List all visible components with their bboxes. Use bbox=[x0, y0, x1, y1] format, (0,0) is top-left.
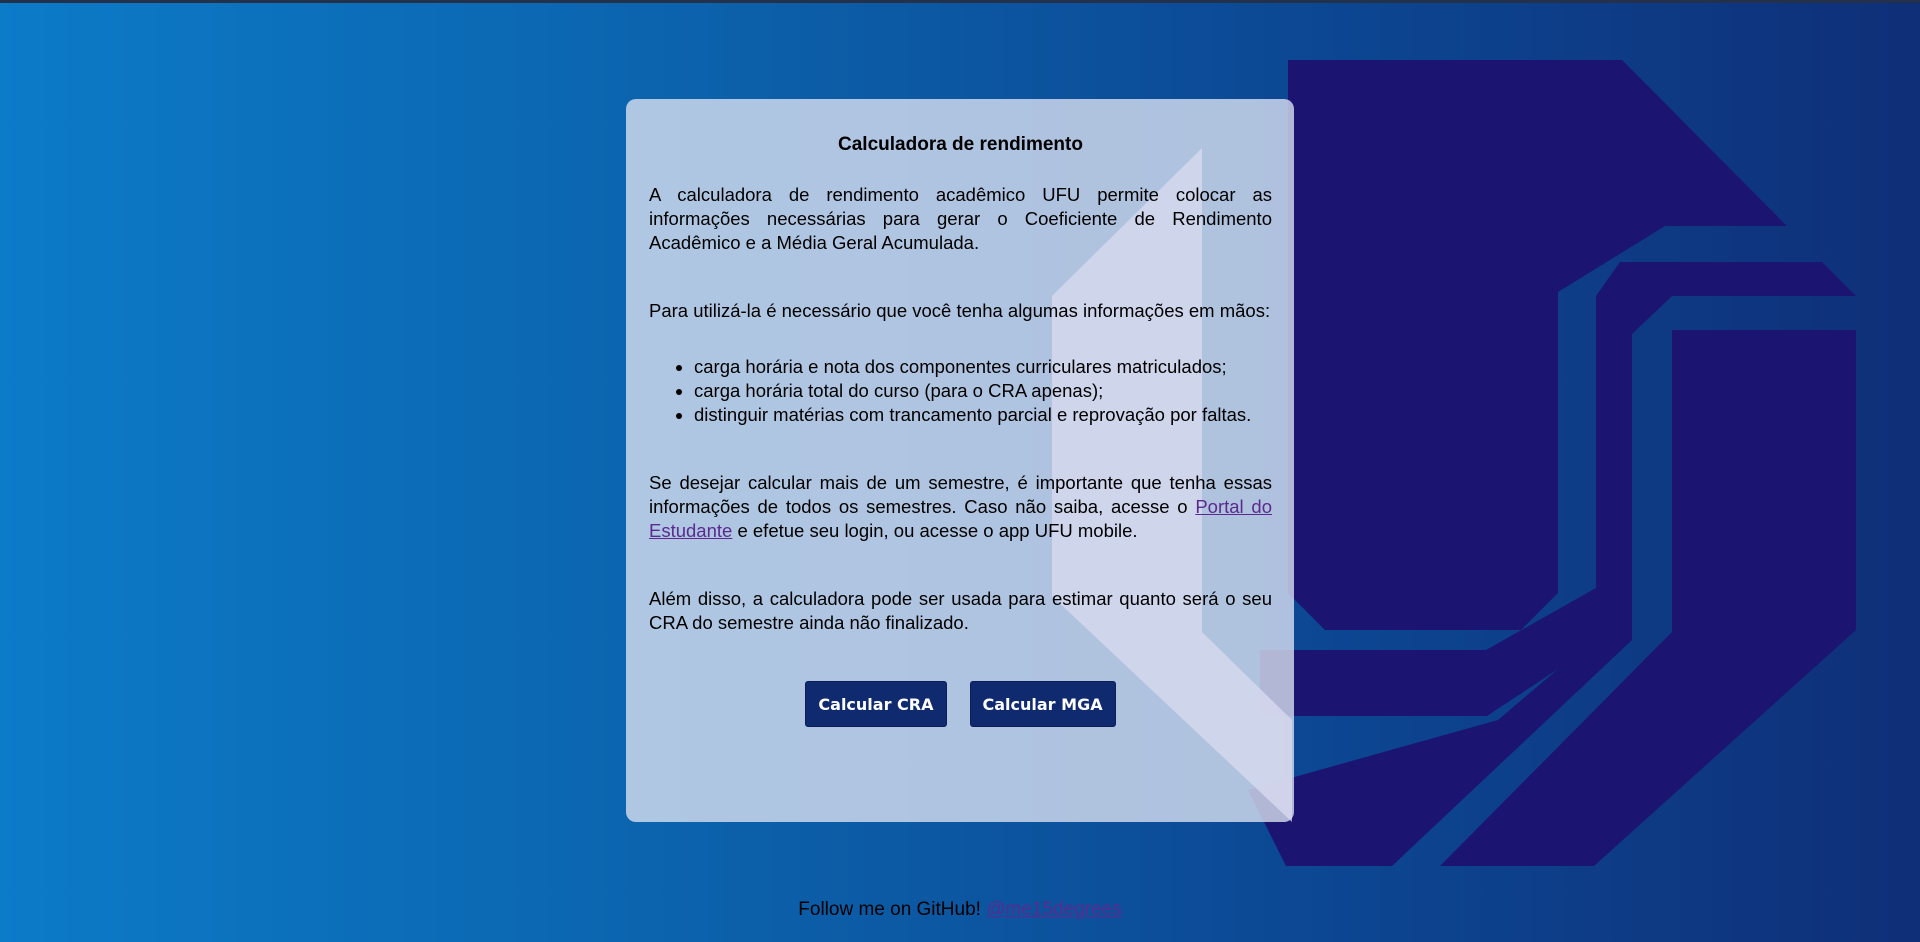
calcular-cra-button[interactable]: Calcular CRA bbox=[805, 681, 947, 727]
logo-inner-shape bbox=[1440, 330, 1856, 866]
logo-bottom-shape bbox=[1248, 606, 1632, 866]
intro-paragraph: A calculadora de rendimento acadêmico UF… bbox=[649, 184, 1272, 253]
window-top-border bbox=[0, 0, 1920, 3]
requirements-list: carga horária e nota dos componentes cur… bbox=[649, 355, 1272, 427]
calcular-mga-button[interactable]: Calcular MGA bbox=[969, 681, 1116, 727]
logo-outer-shape bbox=[1288, 60, 1787, 630]
github-profile-link[interactable]: @me15degrees bbox=[986, 899, 1121, 920]
logo-middle-band bbox=[1260, 262, 1856, 716]
action-buttons: Calcular CRA Calcular MGA bbox=[649, 681, 1272, 727]
list-item: carga horária total do curso (para o CRA… bbox=[694, 379, 1272, 403]
page-title: Calculadora de rendimento bbox=[838, 134, 1083, 155]
estimate-paragraph: Além disso, a calculadora pode ser usada… bbox=[649, 588, 1272, 633]
semesters-text-end: e efetue seu login, ou acesse o app UFU … bbox=[732, 520, 1138, 541]
list-item: distinguir matérias com trancamento parc… bbox=[694, 403, 1272, 427]
footer-text: Follow me on GitHub! bbox=[798, 899, 987, 920]
calculator-info-card: Calculadora de rendimento A calculadora … bbox=[626, 99, 1294, 822]
footer: Follow me on GitHub! @me15degrees bbox=[0, 898, 1920, 922]
semesters-paragraph: Se desejar calcular mais de um semestre,… bbox=[649, 471, 1272, 543]
usage-paragraph: Para utilizá-la é necessário que você te… bbox=[649, 300, 1271, 321]
list-item: carga horária e nota dos componentes cur… bbox=[694, 355, 1272, 379]
semesters-text-start: Se desejar calcular mais de um semestre,… bbox=[649, 472, 1272, 517]
